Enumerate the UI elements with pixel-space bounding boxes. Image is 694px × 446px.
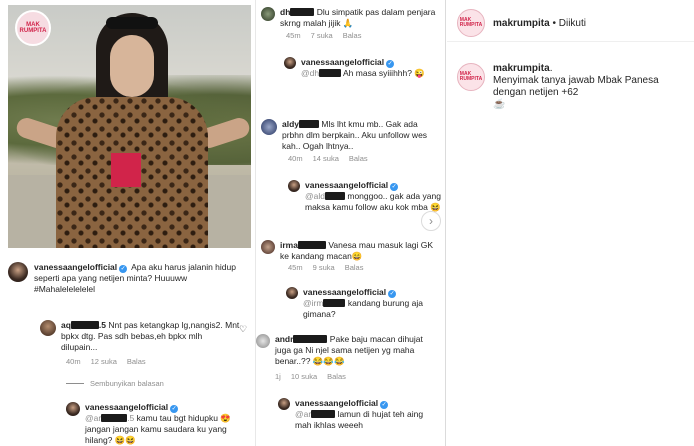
comment-username[interactable]: aq — [61, 320, 71, 330]
post-right-panel: MAK RUMPITA makrumpita • Diikuti MAK RUMPI… — [447, 0, 694, 446]
censor-block — [111, 153, 141, 187]
reply-item: vanessaangelofficial ✓ @ar lamun di hujat… — [278, 398, 444, 431]
post-photo: MAK RUMPITA — [8, 5, 251, 248]
verified-badge-icon: ✓ — [170, 405, 179, 413]
reply-item: vanessaangelofficial ✓ @ald monggoo.. gak… — [288, 180, 444, 213]
caption-username[interactable]: makrumpita — [493, 63, 550, 74]
likes-count[interactable]: 12 suka — [91, 357, 117, 366]
avatar[interactable] — [261, 119, 277, 135]
mak-rumpita-logo: MAK RUMPITA — [15, 10, 51, 46]
reply-item: vanessaangelofficial ✓ @dh Ah masa syiiih… — [284, 57, 444, 79]
comment-meta: 45m 9 suka Balas — [288, 263, 364, 272]
post-caption: MAK RUMPITA makrumpita. Menyimak tanya ja… — [457, 63, 689, 111]
caption-username[interactable]: vanessaangelofficial — [34, 262, 117, 272]
hide-replies-link[interactable]: Sembunyikan balasan — [66, 379, 164, 388]
verified-badge-icon: ✓ — [390, 183, 399, 191]
verified-badge-icon: ✓ — [388, 290, 397, 298]
comment-item: irma Vanesa mau masuk lagi GK ke kandang… — [261, 240, 443, 262]
comment-meta: 40m 12 suka Balas — [66, 357, 146, 366]
reply-item: vanessaangelofficial ✓ @irm kandang burun… — [286, 287, 444, 320]
avatar[interactable]: MAK RUMPITA — [457, 9, 485, 37]
comment-item: dh Dlu simpatik pas dalam penjara skrng … — [261, 7, 443, 29]
comment-item: aq .5 Nnt pas ketangkap lg,nangis2. Mnt b… — [40, 320, 250, 353]
account-row: MAK RUMPITA makrumpita • Diikuti — [457, 9, 586, 37]
post-header: MAK RUMPITA makrumpita • Diikuti — [447, 0, 694, 42]
follow-status[interactable]: Diikuti — [559, 18, 586, 29]
comment-meta: 40m 14 suka Balas — [288, 154, 368, 163]
comment-meta: 1j 10 suka Balas — [275, 372, 346, 381]
reply-link[interactable]: Balas — [127, 357, 146, 366]
avatar[interactable] — [261, 7, 275, 21]
avatar[interactable] — [261, 240, 275, 254]
comments-middle-panel: dh Dlu simpatik pas dalam penjara skrng … — [256, 0, 446, 446]
verified-badge-icon: ✓ — [119, 265, 128, 273]
post-left-panel: MAK RUMPITA vanessaangelofficial ✓ Apa aku… — [0, 0, 256, 446]
avatar[interactable] — [284, 57, 296, 69]
verified-badge-icon: ✓ — [386, 60, 395, 68]
avatar[interactable] — [8, 262, 28, 282]
comment-item: aldy Mls lht kmu mb.. Gak ada prbhn dlm … — [261, 119, 443, 152]
avatar[interactable] — [286, 287, 298, 299]
coffee-icon: ☕ — [493, 99, 506, 110]
post-caption: vanessaangelofficial ✓ Apa aku harus jala… — [8, 262, 252, 295]
heart-icon[interactable]: ♡ — [239, 324, 247, 335]
avatar[interactable] — [256, 334, 270, 348]
avatar[interactable] — [278, 398, 290, 410]
avatar[interactable] — [40, 320, 56, 336]
reply-item: vanessaangelofficial ✓ @ar .5 kamu tau bgt… — [66, 402, 251, 446]
reply-username[interactable]: vanessaangelofficial — [85, 402, 168, 412]
verified-badge-icon: ✓ — [380, 401, 389, 409]
sunglasses — [106, 17, 158, 29]
comment-meta: 45m 7 suka Balas — [286, 31, 362, 40]
avatar[interactable] — [66, 402, 80, 416]
chevron-right-icon[interactable]: › — [421, 211, 441, 231]
avatar[interactable] — [288, 180, 300, 192]
comment-item: andr Pake baju macan dihujat juga ga Ni … — [256, 334, 444, 367]
account-name[interactable]: makrumpita — [493, 18, 550, 29]
caption-text: Menyimak tanya jawab Mbak Panesa dengan … — [493, 75, 659, 98]
avatar[interactable]: MAK RUMPITA — [457, 63, 485, 91]
